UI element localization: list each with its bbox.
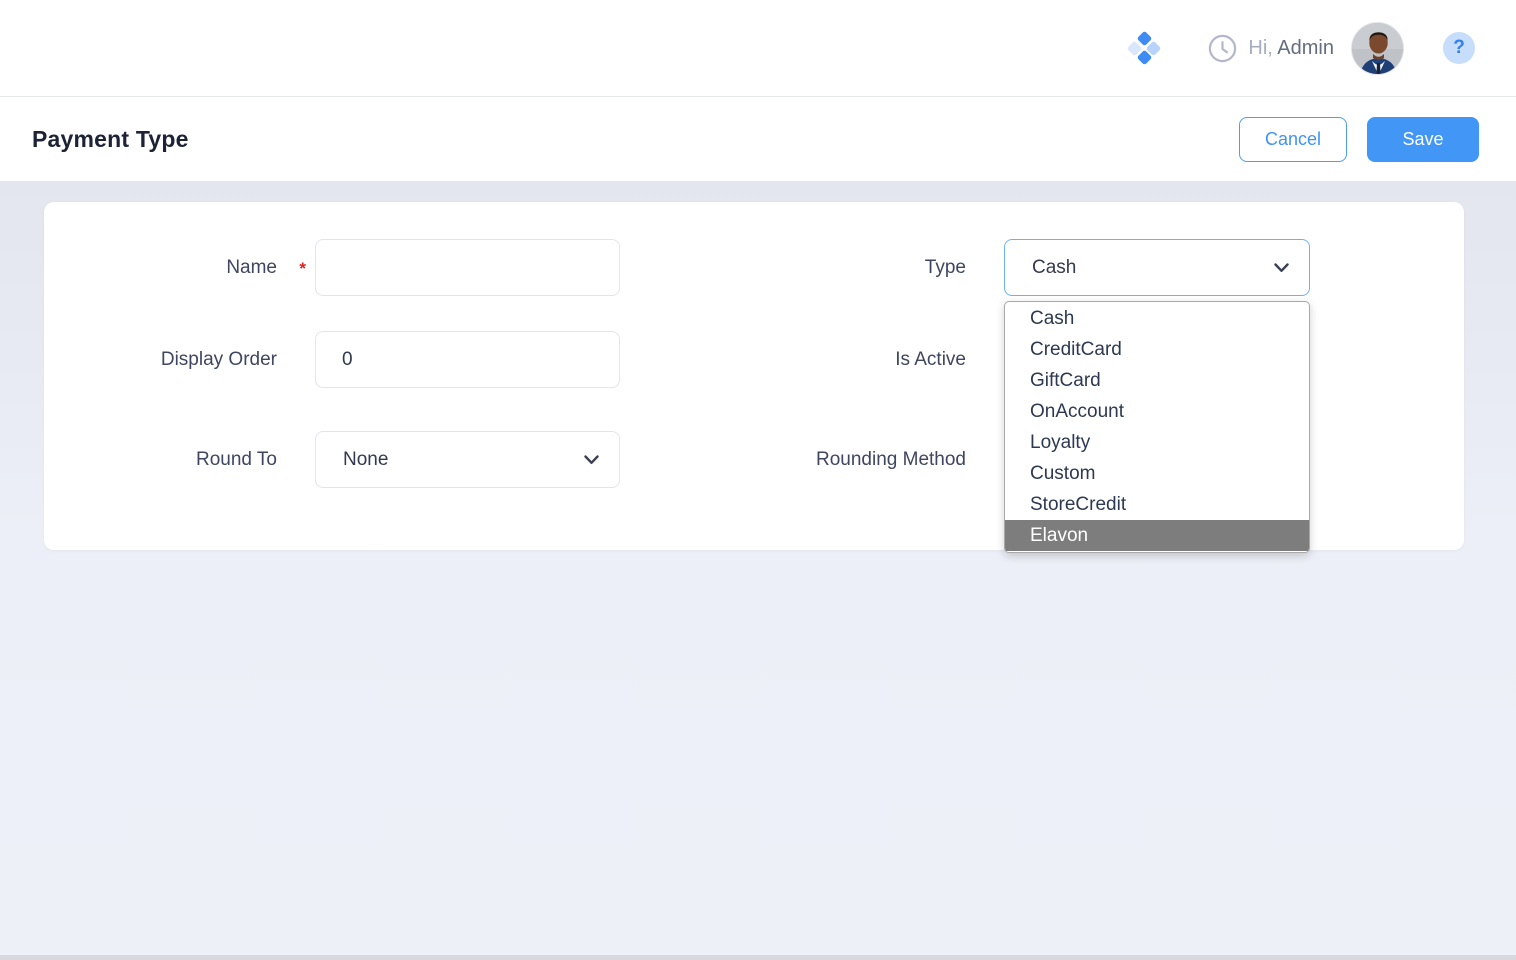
round-to-label: Round To <box>196 449 277 470</box>
page-title: Payment Type <box>32 126 189 153</box>
chevron-down-icon <box>1274 263 1289 273</box>
avatar[interactable] <box>1351 22 1404 75</box>
payment-type-form-card: Name * Type Cash CashCreditCardGiftCardO… <box>44 202 1464 550</box>
greeting-text: Hi, Admin <box>1248 37 1334 60</box>
session-greeting: Hi, Admin <box>1208 34 1334 63</box>
type-dropdown-option[interactable]: Elavon <box>1005 520 1309 551</box>
round-to-select-value: None <box>343 449 388 471</box>
bottom-edge-strip <box>0 955 1516 960</box>
display-order-label: Display Order <box>161 349 277 370</box>
form-row-name-type: Name * Type Cash CashCreditCardGiftCardO… <box>44 239 1464 296</box>
titlebar-actions: Cancel Save <box>1239 117 1479 162</box>
type-select-value: Cash <box>1032 257 1076 279</box>
help-icon[interactable]: ? <box>1443 32 1475 64</box>
chevron-down-icon <box>584 455 599 465</box>
type-select[interactable]: Cash <box>1004 239 1310 296</box>
type-dropdown-list: CashCreditCardGiftCardOnAccountLoyaltyCu… <box>1004 301 1310 553</box>
name-field-cell <box>315 239 620 296</box>
is-active-label: Is Active <box>895 349 966 370</box>
topbar: Hi, Admin ? <box>0 0 1516 97</box>
cancel-button[interactable]: Cancel <box>1239 117 1347 162</box>
type-dropdown-option[interactable]: Loyalty <box>1005 427 1309 458</box>
save-button[interactable]: Save <box>1367 117 1479 162</box>
apps-launcher-icon[interactable] <box>1129 33 1159 63</box>
display-order-field-cell <box>315 331 620 388</box>
name-label-cell: Name * <box>44 257 277 279</box>
type-dropdown-option[interactable]: CreditCard <box>1005 334 1309 365</box>
type-dropdown-option[interactable]: Cash <box>1005 303 1309 334</box>
type-dropdown-option[interactable]: StoreCredit <box>1005 489 1309 520</box>
type-dropdown-option[interactable]: Custom <box>1005 458 1309 489</box>
rounding-method-label: Rounding Method <box>816 449 966 470</box>
type-label: Type <box>925 257 966 278</box>
round-to-field-cell: None <box>315 431 620 488</box>
is-active-label-cell: Is Active <box>620 349 966 371</box>
content-area: Name * Type Cash CashCreditCardGiftCardO… <box>0 181 1516 960</box>
round-to-label-cell: Round To <box>44 449 277 471</box>
titlebar: Payment Type Cancel Save <box>0 97 1516 181</box>
display-order-label-cell: Display Order <box>44 349 277 371</box>
type-label-cell: Type <box>620 257 966 279</box>
required-asterisk: * <box>299 258 306 278</box>
rounding-method-label-cell: Rounding Method <box>620 449 966 471</box>
clock-icon <box>1208 34 1237 63</box>
round-to-select[interactable]: None <box>315 431 620 488</box>
type-dropdown-option[interactable]: OnAccount <box>1005 396 1309 427</box>
name-label: Name <box>226 257 277 278</box>
display-order-input[interactable] <box>315 331 620 388</box>
type-field-cell: Cash CashCreditCardGiftCardOnAccountLoya… <box>1004 239 1310 296</box>
type-dropdown-option[interactable]: GiftCard <box>1005 365 1309 396</box>
name-input[interactable] <box>315 239 620 296</box>
